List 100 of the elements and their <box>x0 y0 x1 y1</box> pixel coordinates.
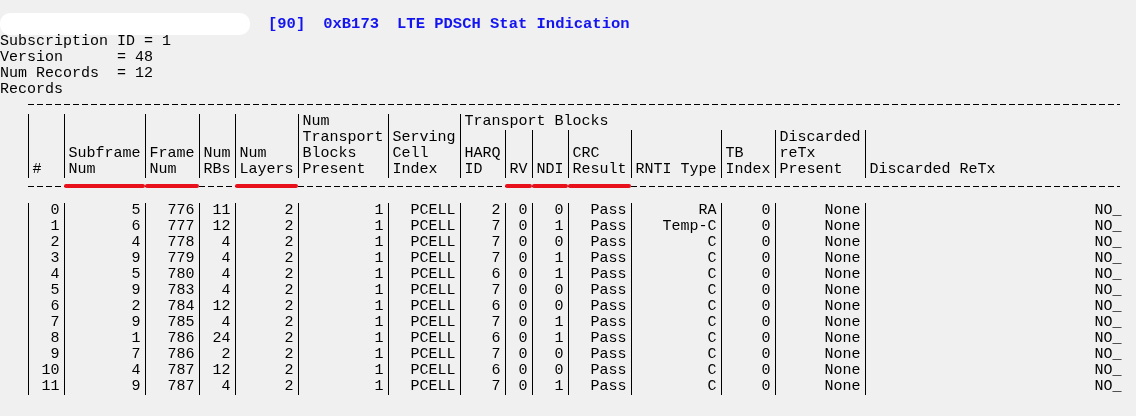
table-cell: 0 <box>518 203 528 219</box>
table-cell: C <box>707 347 717 363</box>
table-cell: C <box>707 267 717 283</box>
table-cell: Pass <box>590 251 627 267</box>
table-cell: NO_ <box>1094 379 1122 395</box>
table-cell: 5 <box>50 283 60 299</box>
table-cell: 1 <box>554 267 564 283</box>
table-cell: NO_ <box>1094 331 1122 347</box>
table-cell: 6 <box>491 363 501 379</box>
table-cell: 776 <box>167 203 195 219</box>
table-cell: None <box>824 203 861 219</box>
table-cell: 5 <box>131 267 141 283</box>
table-cell: NO_ <box>1094 283 1122 299</box>
table-cell: 783 <box>167 283 195 299</box>
summary-line: Version = 48 <box>0 50 155 66</box>
table-cell: PCELL <box>410 331 456 347</box>
table-cell: 7 <box>491 251 501 267</box>
table-cell: 1 <box>554 251 564 267</box>
table-cell: 7 <box>491 283 501 299</box>
column-header: Num RBs <box>203 146 231 178</box>
table-cell: C <box>707 379 717 395</box>
table-cell: None <box>824 331 861 347</box>
table-cell: 12 <box>212 363 231 379</box>
table-cell: 1 <box>374 331 384 347</box>
table-cell: None <box>824 267 861 283</box>
table-cell: C <box>707 251 717 267</box>
table-cell: 9 <box>50 347 60 363</box>
table-cell: 4 <box>131 235 141 251</box>
table-cell: 2 <box>284 203 294 219</box>
table-cell: PCELL <box>410 315 456 331</box>
table-cell: PCELL <box>410 235 456 251</box>
table-cell: NO_ <box>1094 347 1122 363</box>
table-cell: PCELL <box>410 203 456 219</box>
table-cell: 9 <box>131 315 141 331</box>
table-cell: 7 <box>491 379 501 395</box>
table-cell: 2 <box>284 363 294 379</box>
log-code: 0xB173 <box>323 15 380 33</box>
table-cell: 2 <box>50 235 60 251</box>
table-cell: 0 <box>518 363 528 379</box>
table-cell: 7 <box>131 347 141 363</box>
table-cell: 784 <box>167 299 195 315</box>
table-cell: None <box>824 299 861 315</box>
table-cell: 1 <box>374 235 384 251</box>
table-cell: 0 <box>761 219 771 235</box>
table-cell: 2 <box>221 347 231 363</box>
table-cell: 7 <box>50 315 60 331</box>
table-cell: 1 <box>554 315 564 331</box>
table-cell: None <box>824 219 861 235</box>
table-cell: NO_ <box>1094 315 1122 331</box>
table-cell: 11 <box>212 203 231 219</box>
table-cell: 10 <box>41 363 60 379</box>
table-cell: 3 <box>50 251 60 267</box>
table-cell: 779 <box>167 251 195 267</box>
table-cell: Pass <box>590 283 627 299</box>
table-cell: 6 <box>50 299 60 315</box>
table-cell: 1 <box>554 379 564 395</box>
table-cell: 0 <box>518 315 528 331</box>
table-cell: 2 <box>131 299 141 315</box>
table-cell: 12 <box>212 219 231 235</box>
table-cell: C <box>707 299 717 315</box>
column-header: Frame Num <box>149 146 195 178</box>
table-cell: 1 <box>131 331 141 347</box>
column-header: CRC Result <box>572 146 627 178</box>
summary-line: Num Records = 12 <box>0 66 155 82</box>
table-cell: 6 <box>491 267 501 283</box>
summary-line: Subscription ID = 1 <box>0 34 173 50</box>
column-header: Subframe Num <box>68 146 141 178</box>
table-cell: 7 <box>491 219 501 235</box>
table-cell: 1 <box>374 251 384 267</box>
table-cell: PCELL <box>410 363 456 379</box>
table-cell: 0 <box>761 299 771 315</box>
table-cell: C <box>707 363 717 379</box>
table-cell: None <box>824 283 861 299</box>
table-cell: 24 <box>212 331 231 347</box>
table-cell: 5 <box>131 203 141 219</box>
table-cell: RA <box>698 203 717 219</box>
table-cell: 0 <box>761 347 771 363</box>
table-cell: 780 <box>167 267 195 283</box>
column-header: Discarded reTx Present <box>779 130 861 178</box>
table-cell: PCELL <box>410 267 456 283</box>
table-cell: Pass <box>590 203 627 219</box>
table-cell: 0 <box>554 363 564 379</box>
table-cell: 11 <box>41 379 60 395</box>
table-cell: 2 <box>284 235 294 251</box>
table-cell: 1 <box>374 219 384 235</box>
table-cell: PCELL <box>410 251 456 267</box>
table-cell: 786 <box>167 331 195 347</box>
table-cell: 12 <box>212 299 231 315</box>
table-cell: None <box>824 235 861 251</box>
table-cell: NO_ <box>1094 235 1122 251</box>
table-cell: 1 <box>554 219 564 235</box>
column-header: NDI <box>536 162 564 178</box>
table-cell: 7 <box>491 315 501 331</box>
table-cell: 9 <box>131 251 141 267</box>
table-cell: C <box>707 315 717 331</box>
table-cell: 1 <box>374 379 384 395</box>
log-name: LTE PDSCH Stat Indication <box>397 15 630 33</box>
table-cell: NO_ <box>1094 251 1122 267</box>
table-cell: 0 <box>761 283 771 299</box>
table-cell: PCELL <box>410 379 456 395</box>
